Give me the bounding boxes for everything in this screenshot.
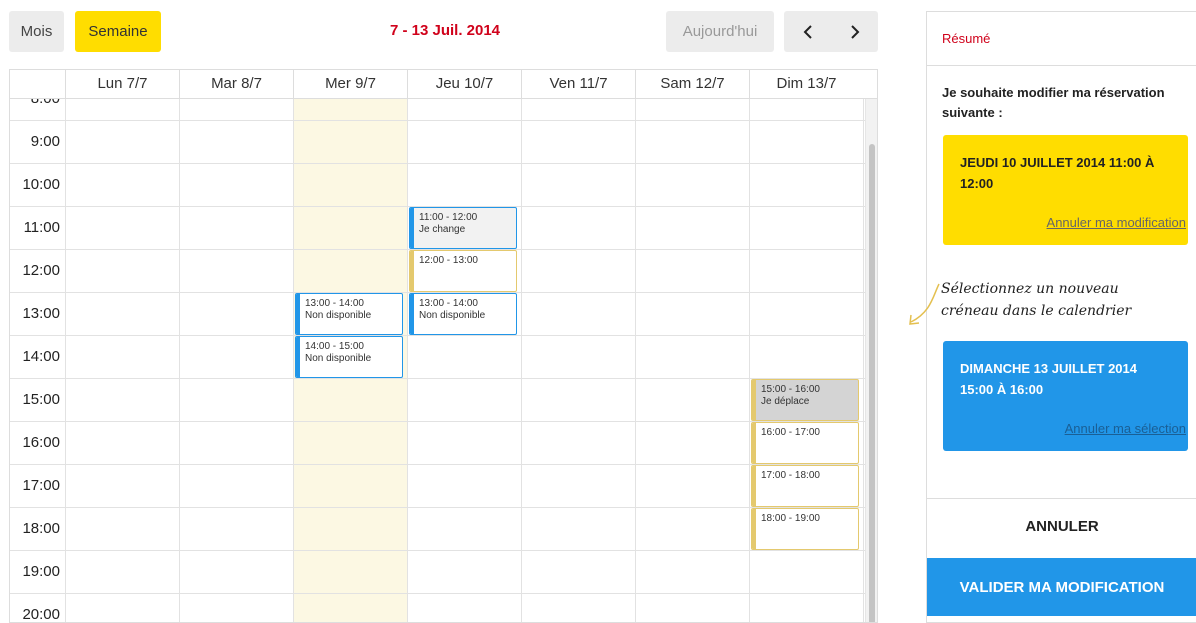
selection-hint: Sélectionnez un nouveau créneau dans le … [941,278,1131,322]
day-gridline [65,99,66,622]
calendar-scrollbar[interactable] [865,99,877,622]
new-booking-card: DIMANCHE 13 JUILLET 2014 15:00 À 16:00 A… [943,341,1188,451]
chevron-left-icon [803,24,812,39]
day-header: Dim 13/7 [749,70,863,98]
chevron-right-icon [850,24,859,39]
new-booking-date: DIMANCHE 13 JUILLET 2014 [960,361,1137,376]
date-range-title: 7 - 13 Juil. 2014 [389,22,501,39]
summary-title: Résumé [942,31,991,46]
hour-label: 15:00 [22,391,60,408]
day-header: Mar 8/7 [179,70,293,98]
day-header: Mer 9/7 [293,70,407,98]
today-button[interactable]: Aujourd'hui [666,11,774,52]
calendar-grid[interactable]: 8:00 9:00 10:00 11:00 12:00 13:00 14:00 15:00 16… [10,99,867,623]
next-week-button[interactable] [831,11,878,52]
divider [927,65,1196,66]
hour-gridline [10,421,867,422]
curved-arrow-icon [909,283,940,325]
day-header: Jeu 10/7 [407,70,521,98]
hour-label: 20:00 [22,606,60,623]
cancel-modification-link[interactable]: Annuler ma modification [1047,212,1186,233]
calendar-event[interactable]: 16:00 - 17:00 [751,422,859,464]
hint-line-1: Sélectionnez un nouveau [941,281,1119,297]
hour-gridline [10,507,867,508]
event-label: Non disponible [305,353,372,364]
day-gridline [521,99,522,622]
day-gridline [179,99,180,622]
event-time: 15:00 - 16:00 [761,384,820,395]
hour-gridline [10,335,867,336]
event-time: 12:00 - 13:00 [419,255,478,266]
week-view-button[interactable]: Semaine [75,11,161,52]
day-header-row: Lun 7/7 Mar 8/7 Mer 9/7 Jeu 10/7 Ven 11/7 Sam… [10,70,877,99]
hint-line-2: créneau dans le calendrier [941,303,1132,319]
event-time: 11:00 - 12:00 [419,212,478,223]
hour-gridline [10,163,867,164]
booking-app: Mois Semaine 7 - 13 Juil. 2014 Aujourd'h… [0,0,1196,623]
scrollbar-thumb[interactable] [869,144,875,622]
event-label: Non disponible [419,310,486,321]
summary-intro: Je souhaite modifier ma réservation suiv… [942,85,1165,120]
calendar-event[interactable]: 18:00 - 19:00 [751,508,859,550]
hour-label: 11:00 [23,219,60,236]
hour-label: 12:00 [22,262,60,279]
week-calendar: Lun 7/7 Mar 8/7 Mer 9/7 Jeu 10/7 Ven 11/7 Sam… [9,69,878,623]
event-time: 13:00 - 14:00 [419,298,478,309]
hour-gridline [10,593,867,594]
cancel-button[interactable]: ANNULER [927,498,1196,554]
day-header: Ven 11/7 [521,70,635,98]
event-label: Non disponible [305,310,372,321]
event-time: 13:00 - 14:00 [305,298,364,309]
prev-week-button[interactable] [784,11,831,52]
hour-label: 13:00 [22,305,60,322]
event-time: 18:00 - 19:00 [761,513,820,524]
month-view-button[interactable]: Mois [9,11,64,52]
day-gridline [293,99,294,622]
event-time: 14:00 - 15:00 [305,341,364,352]
hour-label: 16:00 [22,434,60,451]
hour-label: 18:00 [22,520,60,537]
current-booking-text: JEUDI 10 JUILLET 2014 11:00 À 12:00 [960,155,1155,191]
hour-gridline [10,120,867,121]
calendar-event[interactable]: 14:00 - 15:00 Non disponible [295,336,403,378]
event-time: 17:00 - 18:00 [761,470,820,481]
hour-gridline [10,464,867,465]
hour-gridline [10,550,867,551]
calendar-event[interactable]: 15:00 - 16:00 Je déplace [751,379,859,421]
calendar-event[interactable]: 13:00 - 14:00 Non disponible [295,293,403,335]
day-gridline [635,99,636,622]
calendar-event[interactable]: 11:00 - 12:00 Je change [409,207,517,249]
event-label: Je déplace [761,396,810,407]
event-time: 16:00 - 17:00 [761,427,820,438]
hour-label: 17:00 [22,477,60,494]
hour-label: 9:00 [30,133,60,150]
hour-label: 14:00 [22,348,60,365]
cancel-selection-link[interactable]: Annuler ma sélection [1065,418,1186,439]
hour-label: 19:00 [22,563,60,580]
calendar-event[interactable]: 17:00 - 18:00 [751,465,859,507]
day-gridline [749,99,750,622]
hour-gridline [10,378,867,379]
calendar-event[interactable]: 12:00 - 13:00 [409,250,517,292]
summary-panel: Résumé Je souhaite modifier ma réservati… [909,11,1196,623]
new-booking-time: 15:00 À 16:00 [960,382,1044,397]
hour-label: 10:00 [22,176,60,193]
day-header: Lun 7/7 [65,70,179,98]
hour-label: 8:00 [10,99,60,107]
day-header: Sam 12/7 [635,70,749,98]
event-label: Je change [419,224,466,235]
validate-modification-button[interactable]: VALIDER MA MODIFICATION [927,558,1196,616]
current-booking-card: JEUDI 10 JUILLET 2014 11:00 À 12:00 Annu… [943,135,1188,245]
calendar-event[interactable]: 13:00 - 14:00 Non disponible [409,293,517,335]
day-gridline [863,99,864,622]
day-gridline [407,99,408,622]
